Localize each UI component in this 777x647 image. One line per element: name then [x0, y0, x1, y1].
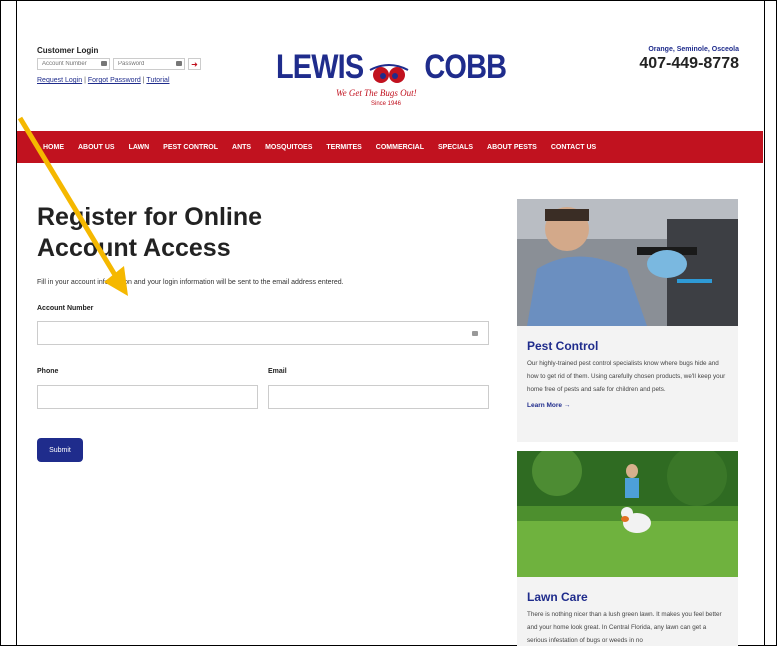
card-text: Our highly-trained pest control speciali…	[527, 360, 726, 393]
nav-item-pest-control[interactable]: PEST CONTROL	[163, 144, 218, 151]
phone-field[interactable]	[37, 385, 258, 409]
nav-item-mosquitoes[interactable]: MOSQUITOES	[265, 144, 312, 151]
logo-since: Since 1946	[371, 101, 402, 107]
email-field[interactable]	[268, 385, 489, 409]
nav-item-termites[interactable]: TERMITES	[326, 144, 361, 151]
login-submit-button[interactable]: ➜	[188, 58, 201, 70]
service-counties: Orange, Seminole, Osceola	[648, 46, 739, 53]
arrow-right-icon: ➜	[191, 59, 198, 69]
card-title: Lawn Care	[527, 590, 588, 604]
keyboard-icon	[176, 61, 182, 66]
nav-item-contact-us[interactable]: CONTACT US	[551, 144, 596, 151]
nav-item-specials[interactable]: SPECIALS	[438, 144, 473, 151]
pest-control-image	[517, 199, 738, 326]
nav-item-about-pests[interactable]: ABOUT PESTS	[487, 144, 537, 151]
lawn-care-card[interactable]: Lawn Care There is nothing nicer than a …	[517, 446, 738, 646]
site-logo[interactable]: LEWIS COBB We Get The Bugs Out! Since 19…	[276, 48, 507, 118]
pest-control-card[interactable]: Pest Control Our highly-trained pest con…	[517, 199, 738, 442]
logo-tagline: We Get The Bugs Out!	[336, 88, 417, 98]
logo-word-lewis: LEWIS	[276, 48, 364, 86]
logo-word-cobb: COBB	[424, 48, 507, 86]
card-title: Pest Control	[527, 339, 599, 353]
card-text: There is nothing nicer than a lush green…	[527, 611, 722, 644]
bug-eyes-icon	[369, 64, 409, 83]
submit-button[interactable]: Submit	[37, 438, 83, 462]
phone-number[interactable]: 407-449-8778	[639, 55, 739, 73]
phone-label: Phone	[37, 368, 59, 375]
nav-item-commercial[interactable]: COMMERCIAL	[376, 144, 424, 151]
annotation-arrow-icon	[17, 116, 128, 296]
account-number-field[interactable]	[37, 321, 489, 345]
learn-more-link[interactable]: Learn More →	[527, 402, 738, 409]
keyboard-icon	[472, 331, 478, 336]
nav-item-ants[interactable]: ANTS	[232, 144, 251, 151]
contact-info: Orange, Seminole, Osceola 407-449-8778	[639, 46, 739, 73]
email-label: Email	[268, 368, 287, 375]
lawn-care-image	[517, 446, 738, 577]
